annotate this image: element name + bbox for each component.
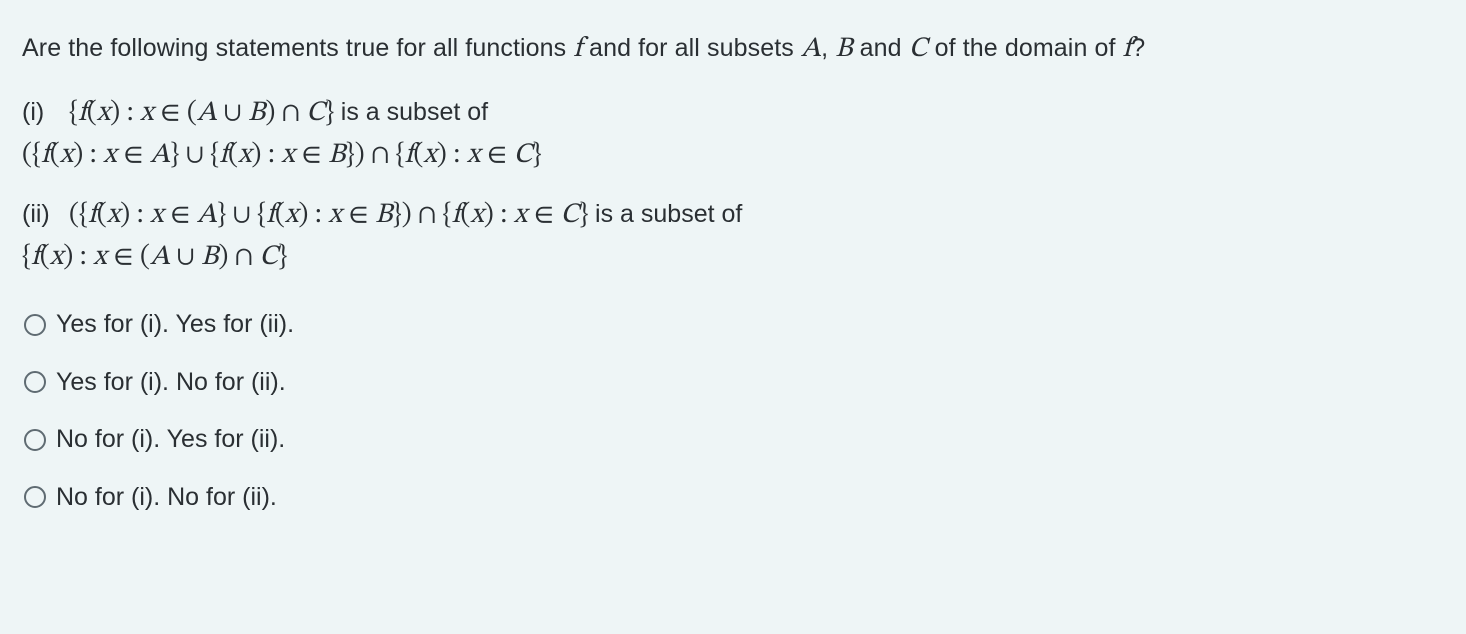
intro-text-end: ? (1131, 34, 1145, 62)
part-i-expr2: ({f(x) : x ∈ A} ∪ {f(x) : x ∈ B}) ∩ {f(x… (22, 141, 542, 169)
options-group: Yes for (i). Yes for (ii). Yes for (i). … (22, 296, 1444, 526)
option-d-label: No for (i). No for (ii). (56, 479, 277, 517)
symbol-B: B (835, 35, 852, 63)
intro-text-pre: Are the following statements true for al… (22, 34, 573, 62)
option-a[interactable]: Yes for (i). Yes for (ii). (22, 296, 1444, 354)
option-c-label: No for (i). Yes for (ii). (56, 421, 285, 459)
option-b[interactable]: Yes for (i). No for (ii). (22, 354, 1444, 412)
intro-text-mid1: and for all subsets (582, 34, 801, 62)
part-ii-expr2: {f(x) : x ∈ (A ∪ B) ∩ C} (22, 243, 287, 271)
radio-icon (24, 429, 46, 451)
part-ii: (ii) ({f(x) : x ∈ A} ∪ {f(x) : x ∈ B}) ∩… (22, 194, 1444, 278)
option-a-label: Yes for (i). Yes for (ii). (56, 306, 294, 344)
option-c[interactable]: No for (i). Yes for (ii). (22, 411, 1444, 469)
radio-icon (24, 486, 46, 508)
intro-text-mid2: , (821, 34, 835, 62)
symbol-f: f (573, 35, 582, 63)
option-d[interactable]: No for (i). No for (ii). (22, 469, 1444, 527)
symbol-A: A (801, 35, 821, 63)
question-intro: Are the following statements true for al… (22, 28, 1444, 70)
radio-icon (24, 371, 46, 393)
part-ii-label: (ii) (22, 196, 62, 234)
symbol-C: C (909, 35, 928, 63)
radio-icon (24, 314, 46, 336)
symbol-f2: f (1123, 35, 1132, 63)
option-b-label: Yes for (i). No for (ii). (56, 364, 286, 402)
part-i-middle: is a subset of (341, 98, 488, 126)
part-i: (i) {f(x) : x ∈ (A ∪ B) ∩ C} is a subset… (22, 92, 1444, 176)
intro-text-mid4: of the domain of (928, 34, 1123, 62)
part-ii-middle: is a subset of (595, 200, 742, 228)
part-i-expr1: {f(x) : x ∈ (A ∪ B) ∩ C} (69, 99, 341, 127)
part-i-label: (i) (22, 94, 62, 132)
part-ii-expr1: ({f(x) : x ∈ A} ∪ {f(x) : x ∈ B}) ∩ {f(x… (69, 201, 595, 229)
question-container: Are the following statements true for al… (0, 0, 1466, 548)
intro-text-mid3: and (853, 34, 909, 62)
